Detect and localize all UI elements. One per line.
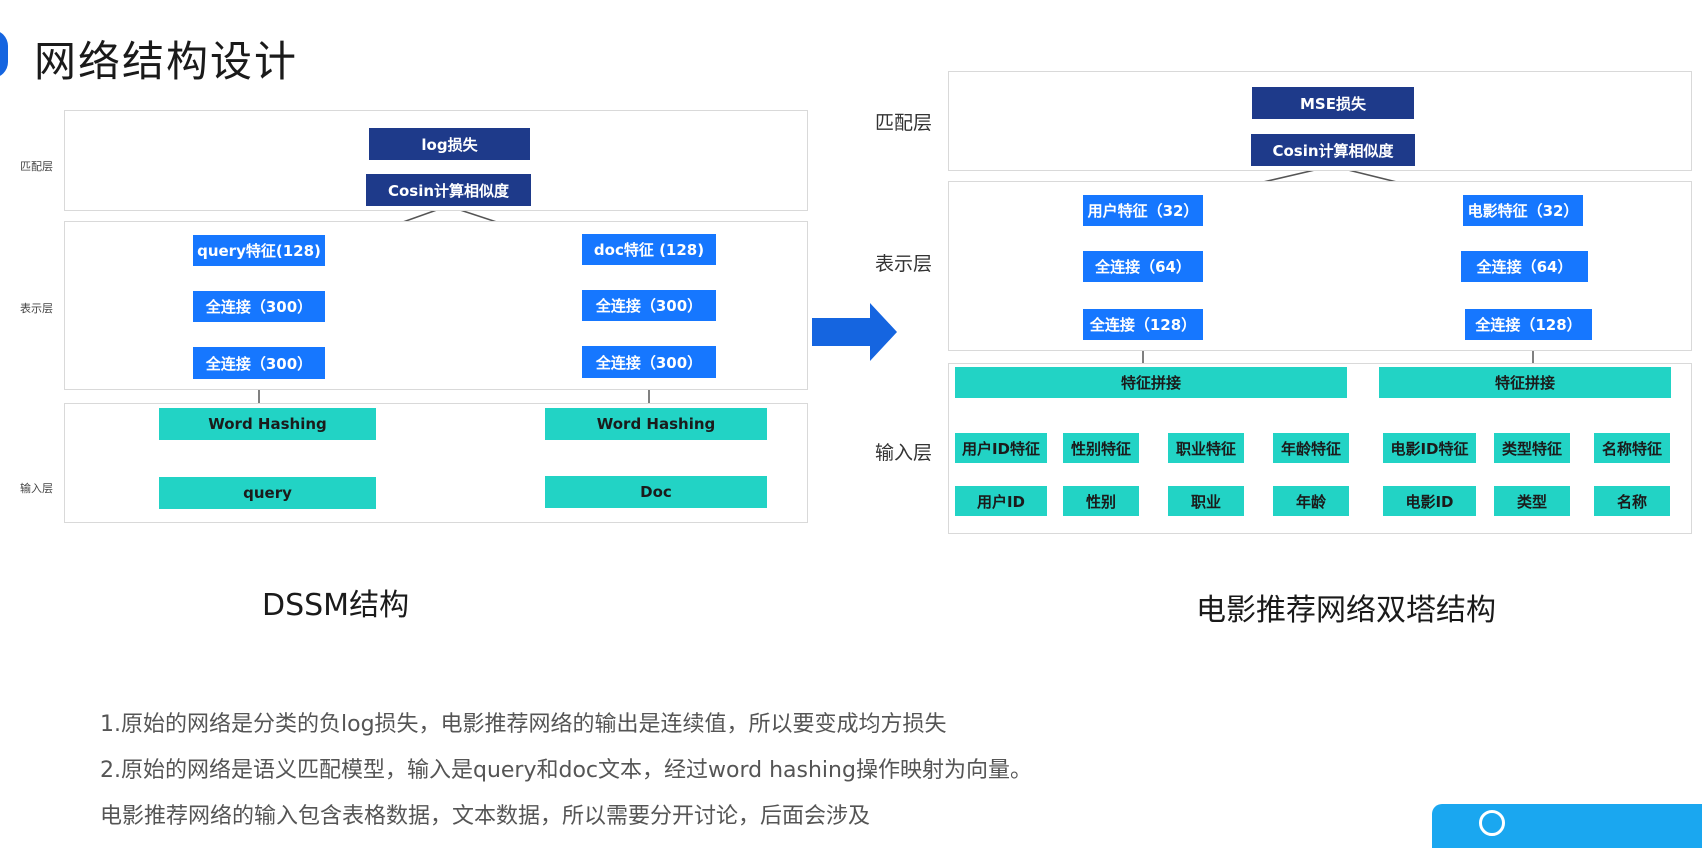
dssm-doc-feature-box: doc特征 (128) xyxy=(582,234,716,265)
movie-user-input-3: 年龄 xyxy=(1273,486,1349,516)
dssm-log-loss-box: log损失 xyxy=(369,128,530,160)
note-line-1: 1.原始的网络是分类的负log损失，电影推荐网络的输出是连续值，所以要变成均方损… xyxy=(100,712,947,737)
movie-user-input-2: 职业 xyxy=(1168,486,1244,516)
movie-mse-loss-box: MSE损失 xyxy=(1252,87,1414,119)
movie-user-feature-box: 用户特征（32） xyxy=(1083,195,1203,226)
dssm-doc-input-box: Doc xyxy=(545,476,767,508)
movie-movie-feature-box: 电影特征（32） xyxy=(1463,195,1583,226)
movie-cosine-box: Cosin计算相似度 xyxy=(1251,134,1415,166)
movie-caption: 电影推荐网络双塔结构 xyxy=(1196,593,1496,628)
movie-user-fc1-box: 全连接（64） xyxy=(1083,251,1203,282)
dssm-label-represent: 表示层 xyxy=(20,302,53,315)
movie-movie-fc2-box: 全连接（128） xyxy=(1465,309,1592,340)
page-title: 网络结构设计 xyxy=(34,37,299,86)
dssm-caption: DSSM结构 xyxy=(262,588,410,623)
movie-label-input: 输入层 xyxy=(875,442,933,464)
movie-user-fc2-box: 全连接（128） xyxy=(1083,309,1203,340)
dssm-label-match: 匹配层 xyxy=(20,160,53,173)
dssm-cosine-box: Cosin计算相似度 xyxy=(366,174,531,206)
movie-movie-feature-0: 电影ID特征 xyxy=(1383,433,1476,463)
movie-user-concat-box: 特征拼接 xyxy=(955,367,1347,398)
transition-arrow-icon xyxy=(812,303,897,361)
dssm-query-input-box: query xyxy=(159,477,376,509)
movie-user-feature-0: 用户ID特征 xyxy=(955,433,1047,463)
dssm-doc-fc1-box: 全连接（300） xyxy=(582,290,716,321)
note-line-3: 电影推荐网络的输入包含表格数据，文本数据，所以需要分开讨论，后面会涉及 xyxy=(100,804,871,829)
movie-user-feature-2: 职业特征 xyxy=(1168,433,1244,463)
dssm-doc-hashing-box: Word Hashing xyxy=(545,408,767,440)
movie-movie-input-0: 电影ID xyxy=(1383,486,1476,516)
note-line-2: 2.原始的网络是语义匹配模型，输入是query和doc文本，经过word has… xyxy=(100,758,1032,783)
title-bullet-icon xyxy=(0,30,8,78)
movie-movie-feature-2: 名称特征 xyxy=(1594,433,1670,463)
movie-label-match: 匹配层 xyxy=(875,112,933,134)
dssm-query-feature-box: query特征(128) xyxy=(193,235,325,266)
dssm-query-fc1-box: 全连接（300） xyxy=(193,291,325,322)
movie-user-feature-1: 性别特征 xyxy=(1063,433,1139,463)
movie-movie-input-1: 类型 xyxy=(1494,486,1570,516)
movie-movie-fc1-box: 全连接（64） xyxy=(1461,251,1588,282)
movie-movie-input-2: 名称 xyxy=(1594,486,1670,516)
movie-user-feature-3: 年龄特征 xyxy=(1273,433,1349,463)
dssm-doc-fc2-box: 全连接（300） xyxy=(582,346,716,378)
movie-label-represent: 表示层 xyxy=(875,253,933,275)
movie-user-input-1: 性别 xyxy=(1063,486,1139,516)
circle-icon xyxy=(1479,810,1505,836)
dssm-query-fc2-box: 全连接（300） xyxy=(193,347,325,379)
movie-movie-feature-1: 类型特征 xyxy=(1494,433,1570,463)
corner-decoration xyxy=(1432,804,1702,848)
dssm-label-input: 输入层 xyxy=(20,482,53,495)
movie-movie-concat-box: 特征拼接 xyxy=(1379,367,1671,398)
dssm-query-hashing-box: Word Hashing xyxy=(159,408,376,440)
movie-user-input-0: 用户ID xyxy=(955,486,1047,516)
